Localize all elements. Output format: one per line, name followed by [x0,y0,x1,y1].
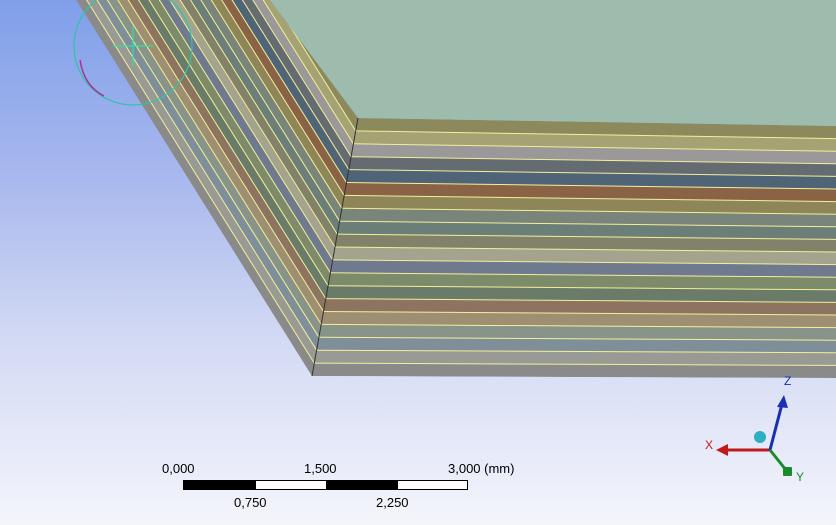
top-face [270,0,836,126]
left-face-layers [32,0,358,376]
scale-segment-2 [255,480,327,490]
scale-label-0: 0,000 [162,461,195,476]
scale-label-3000: 3,000 (mm) [448,461,515,476]
scale-segment-3 [326,480,398,490]
scale-segment-1 [183,480,255,490]
right-face-layers [312,118,836,378]
scale-label-1500: 1,500 [304,461,337,476]
scale-segment-4 [397,480,468,490]
x-axis-label: X [705,438,714,452]
scale-label-0750: 0,750 [234,495,267,510]
scale-label-2250: 2,250 [376,495,409,510]
y-axis-label: Y [796,470,805,484]
z-axis-label: Z [784,374,792,388]
graphics-viewport[interactable]: 0,000 1,500 3,000 (mm) 0,750 2,250 X Y Z [0,0,836,525]
